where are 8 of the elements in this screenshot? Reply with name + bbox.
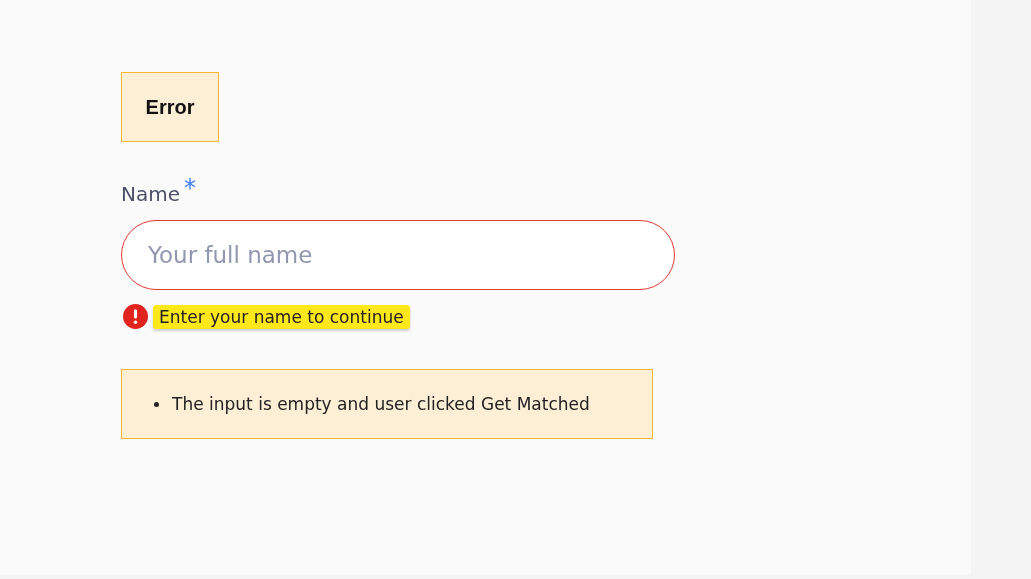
name-input[interactable]: Your full name (121, 220, 675, 290)
required-mark: * (184, 176, 196, 200)
bullet-icon (154, 401, 159, 407)
field-label: Name (121, 182, 180, 206)
error-message: Enter your name to continue (153, 304, 410, 329)
error-icon (123, 304, 148, 329)
error-badge: Error (121, 72, 219, 142)
note-text: The input is empty and user clicked Get Matched (172, 394, 590, 414)
